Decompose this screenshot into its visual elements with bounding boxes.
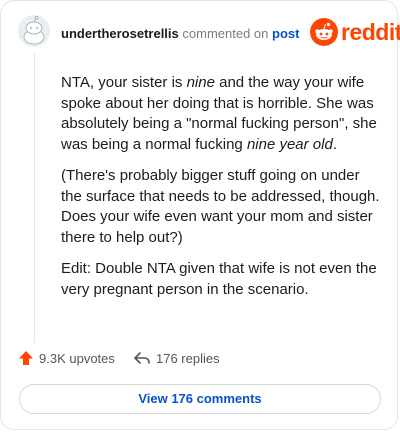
reddit-snoo-icon [310,18,338,46]
reddit-logo[interactable]: reddit [310,18,400,46]
comment-header: undertherosetrellis commented on post [61,26,299,41]
action-text: commented on [182,26,269,41]
comment-paragraph-2: (There's probably bigger stuff going on … [61,167,380,246]
upvote-count: 9.3K upvotes [39,350,115,366]
view-comments-button[interactable]: View 176 comments [19,384,381,414]
replies-button[interactable]: 176 replies [133,350,220,366]
upvote-arrow-icon [19,351,33,365]
brand-wordmark: reddit [341,19,400,45]
comment-card: undertherosetrellis commented on post re… [0,0,400,430]
post-link[interactable]: post [272,26,299,41]
user-avatar[interactable] [18,15,50,47]
thread-line[interactable] [34,53,35,343]
username-link[interactable]: undertherosetrellis [61,26,179,41]
upvote-button[interactable]: 9.3K upvotes [18,350,115,366]
reply-count: 176 replies [156,350,220,366]
comment-paragraph-1: NTA, your sister is nine and the way you… [61,74,377,153]
reply-arrow-icon [134,352,150,364]
comment-paragraph-3: Edit: Double NTA given that wife is not … [61,260,377,298]
comment-body: NTA, your sister is nine and the way you… [61,73,383,311]
comment-stats: 9.3K upvotes 176 replies [18,350,378,370]
